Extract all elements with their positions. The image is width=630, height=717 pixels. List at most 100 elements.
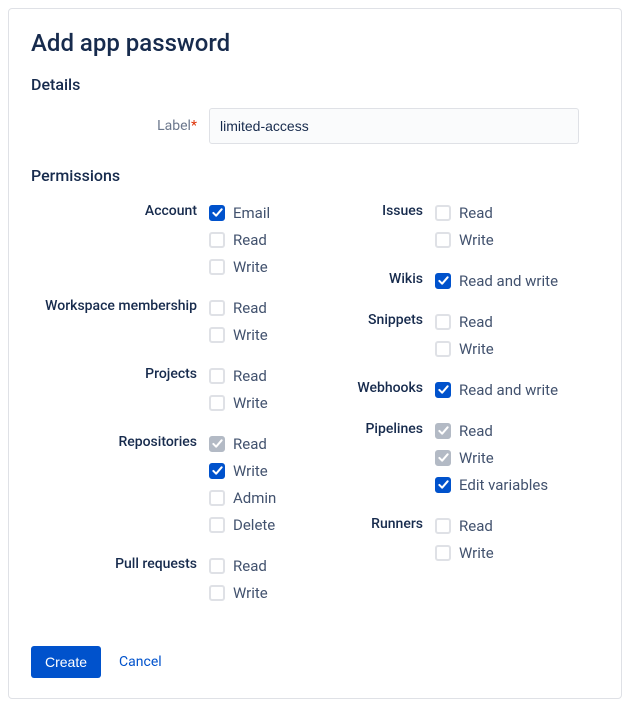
checkbox-runners-read[interactable]: [435, 518, 451, 534]
checkbox-wikis-read-and-write[interactable]: [435, 273, 451, 289]
checkbox-repositories-read: [209, 436, 225, 452]
perm-group-webhooks: Webhooks Read and write: [327, 376, 599, 403]
perm-option-projects-read: Read: [209, 362, 303, 389]
perm-options: Read Write Edit variables: [435, 417, 599, 498]
perm-option-issues-read: Read: [435, 199, 599, 226]
perm-group-label: Pipelines: [327, 417, 435, 498]
perm-options: Read Write: [209, 362, 303, 416]
perm-option-workspace-membership-write: Write: [209, 321, 303, 348]
cancel-link[interactable]: Cancel: [119, 654, 162, 670]
perm-group-label: Projects: [31, 362, 209, 416]
perm-option-repositories-read: Read: [209, 430, 303, 457]
page-title: Add app password: [31, 29, 599, 57]
perm-group-label: Workspace membership: [31, 294, 209, 348]
label-input[interactable]: [209, 108, 579, 144]
perm-group-runners: RunnersReadWrite: [327, 512, 599, 566]
checkbox-snippets-write[interactable]: [435, 341, 451, 357]
perm-option-issues-write: Write: [435, 226, 599, 253]
perm-options: Read Write: [435, 199, 599, 253]
checkbox-label: Read: [459, 422, 493, 440]
checkbox-label: Read and write: [459, 381, 558, 399]
perm-option-pipelines-edit-variables: Edit variables: [435, 471, 599, 498]
perm-option-webhooks-read-and-write: Read and write: [435, 376, 599, 403]
perm-option-pull-requests-write: Write: [209, 579, 303, 606]
checkbox-snippets-read[interactable]: [435, 314, 451, 330]
perm-options: Read Write: [435, 512, 599, 566]
checkbox-label: Read: [233, 231, 267, 249]
checkbox-label: Read: [233, 299, 267, 317]
checkbox-account-read[interactable]: [209, 232, 225, 248]
checkbox-label: Write: [233, 258, 268, 276]
checkbox-pull-requests-write[interactable]: [209, 585, 225, 601]
perm-group-snippets: Snippets Read Write: [327, 308, 599, 362]
checkbox-projects-write[interactable]: [209, 395, 225, 411]
perm-options: Read Write: [435, 308, 599, 362]
perm-group-label: Repositories: [31, 430, 209, 538]
perm-group-label: Pull requests: [31, 552, 209, 606]
checkbox-label: Read: [459, 204, 493, 222]
checkbox-label: Write: [233, 462, 268, 480]
label-field-label: Label*: [31, 118, 209, 134]
perm-group-label: Wikis: [327, 267, 435, 294]
checkbox-workspace-membership-read[interactable]: [209, 300, 225, 316]
perm-option-runners-read: Read: [435, 512, 599, 539]
checkbox-runners-write[interactable]: [435, 545, 451, 561]
perm-option-runners-write: Write: [435, 539, 599, 566]
checkbox-label: Write: [233, 326, 268, 344]
perm-group-issues: Issues Read Write: [327, 199, 599, 253]
perm-option-account-write: Write: [209, 253, 303, 280]
perm-group-pull-requests: Pull requests Read Write: [31, 552, 303, 606]
checkbox-label: Write: [459, 544, 494, 562]
checkbox-account-write[interactable]: [209, 259, 225, 275]
permissions-grid: AccountEmailReadWriteWorkspace membershi…: [31, 199, 599, 620]
perm-option-projects-write: Write: [209, 389, 303, 416]
checkbox-repositories-admin[interactable]: [209, 490, 225, 506]
perm-option-pipelines-read: Read: [435, 417, 599, 444]
perm-group-label: Snippets: [327, 308, 435, 362]
checkbox-label: Email: [233, 204, 270, 222]
checkbox-workspace-membership-write[interactable]: [209, 327, 225, 343]
checkbox-label: Read: [233, 557, 267, 575]
checkbox-label: Read: [459, 517, 493, 535]
checkbox-pipelines-write: [435, 450, 451, 466]
perm-options: Email Read Write: [209, 199, 303, 280]
perm-options: Read and write: [435, 267, 599, 294]
perm-option-pull-requests-read: Read: [209, 552, 303, 579]
checkbox-label: Admin: [233, 489, 276, 507]
checkbox-repositories-delete[interactable]: [209, 517, 225, 533]
perm-group-projects: Projects Read Write: [31, 362, 303, 416]
perm-option-repositories-admin: Admin: [209, 484, 303, 511]
perm-group-label: Webhooks: [327, 376, 435, 403]
checkbox-pipelines-edit-variables[interactable]: [435, 477, 451, 493]
perm-options: Read and write: [435, 376, 599, 403]
checkbox-webhooks-read-and-write[interactable]: [435, 382, 451, 398]
checkbox-label: Read: [459, 313, 493, 331]
perm-option-snippets-read: Read: [435, 308, 599, 335]
checkbox-label: Edit variables: [459, 476, 548, 494]
perm-option-snippets-write: Write: [435, 335, 599, 362]
details-section-title: Details: [31, 75, 599, 94]
checkbox-issues-read[interactable]: [435, 205, 451, 221]
checkbox-label: Write: [233, 394, 268, 412]
perm-option-account-email: Email: [209, 199, 303, 226]
checkbox-repositories-write[interactable]: [209, 463, 225, 479]
perm-group-account: AccountEmailReadWrite: [31, 199, 303, 280]
checkbox-projects-read[interactable]: [209, 368, 225, 384]
checkbox-label: Write: [459, 340, 494, 358]
checkbox-issues-write[interactable]: [435, 232, 451, 248]
permissions-section-title: Permissions: [31, 166, 599, 185]
checkbox-account-email[interactable]: [209, 205, 225, 221]
checkbox-label: Read: [233, 367, 267, 385]
create-button[interactable]: Create: [31, 646, 101, 678]
checkbox-label: Read and write: [459, 272, 558, 290]
perm-option-account-read: Read: [209, 226, 303, 253]
perm-group-workspace-membership: Workspace membership Read Write: [31, 294, 303, 348]
checkbox-pull-requests-read[interactable]: [209, 558, 225, 574]
add-app-password-panel: Add app password Details Label* Permissi…: [8, 8, 622, 699]
checkbox-label: Read: [233, 435, 267, 453]
checkbox-label: Write: [459, 449, 494, 467]
checkbox-label: Write: [459, 231, 494, 249]
perm-group-label: Issues: [327, 199, 435, 253]
perm-options: Read Write: [209, 294, 303, 348]
perm-group-pipelines: Pipelines Read Write Edit variables: [327, 417, 599, 498]
